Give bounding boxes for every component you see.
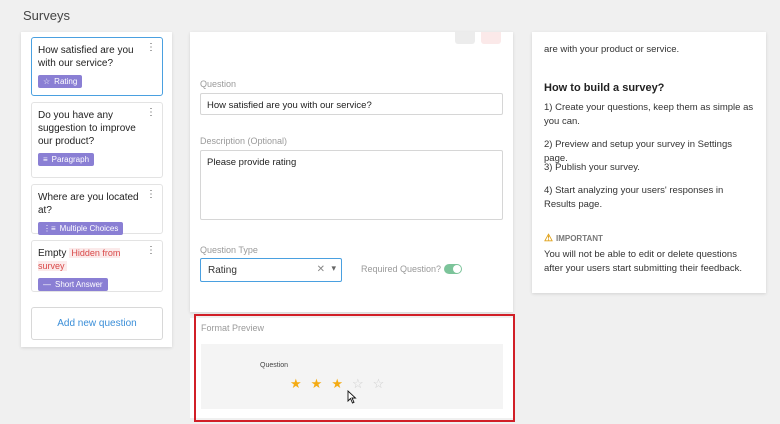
more-options-icon[interactable]: ⋮ (146, 246, 156, 256)
question-input[interactable]: How satisfied are you with our service? (200, 93, 503, 115)
question-card-text: How satisfied are you with our service? (38, 45, 134, 69)
warning-icon: ⚠ (544, 233, 553, 244)
question-card[interactable]: How satisfied are you with our service? … (31, 37, 163, 96)
question-list: How satisfied are you with our service? … (21, 32, 172, 347)
question-card-text: Where are you located at? (38, 192, 139, 216)
description-label: Description (Optional) (200, 136, 288, 146)
question-card[interactable]: Empty Hidden from survey ⋮ — Short Answer (31, 240, 163, 292)
paragraph-lines-icon: ≡ (43, 155, 48, 164)
more-options-icon[interactable]: ⋮ (146, 43, 156, 53)
question-type-select[interactable]: Rating ✕ ▾ (200, 258, 342, 282)
more-options-icon[interactable]: ⋮ (146, 108, 156, 118)
question-card-text: Do you have any suggestion to improve ou… (38, 110, 136, 147)
more-options-icon[interactable]: ⋮ (146, 190, 156, 200)
delete-question-button[interactable] (481, 32, 501, 44)
question-card[interactable]: Where are you located at? ⋮ ⋮≡ Multiple … (31, 184, 163, 235)
question-label: Question (200, 79, 237, 89)
important-heading: ⚠ IMPORTANT (544, 233, 603, 244)
question-type-label: Question Type (200, 245, 258, 255)
list-bullets-icon: ⋮≡ (43, 224, 56, 233)
help-step: 3) Publish your survey. (544, 162, 640, 173)
toggle-knob (453, 265, 461, 273)
description-textarea[interactable]: Please provide rating (200, 150, 503, 220)
question-card-text: Empty Hidden from survey (38, 248, 121, 271)
question-type-tag: — Short Answer (38, 278, 108, 291)
help-intro: are with your product or service. (544, 44, 680, 55)
question-card[interactable]: Do you have any suggestion to improve ou… (31, 102, 163, 178)
add-question-button[interactable]: Add new question (31, 307, 163, 340)
important-text: You will not be able to edit or delete q… (544, 249, 743, 274)
question-type-tag: ≡ Paragraph (38, 153, 95, 166)
dash-icon: — (43, 280, 51, 289)
highlight-box (194, 314, 515, 422)
chevron-down-icon[interactable]: ▾ (331, 263, 336, 274)
top-bar: Surveys (0, 0, 780, 32)
help-heading: How to build a survey? (544, 82, 665, 94)
help-panel: are with your product or service. How to… (532, 32, 766, 293)
required-toggle[interactable] (444, 264, 462, 274)
help-step: 4) Start analyzing your users' responses… (544, 185, 724, 210)
star-outline-icon: ☆ (43, 77, 51, 86)
page-title: Surveys (23, 8, 70, 23)
editor-action-button[interactable] (455, 32, 475, 44)
help-step: 1) Create your questions, keep them as s… (544, 102, 754, 127)
clear-icon[interactable]: ✕ (317, 264, 325, 275)
question-type-tag: ☆ Rating (38, 75, 83, 88)
question-type-tag: ⋮≡ Multiple Choices (38, 222, 124, 235)
required-question-label: Required Question? (361, 264, 442, 274)
question-editor: Question How satisfied are you with our … (190, 32, 513, 312)
